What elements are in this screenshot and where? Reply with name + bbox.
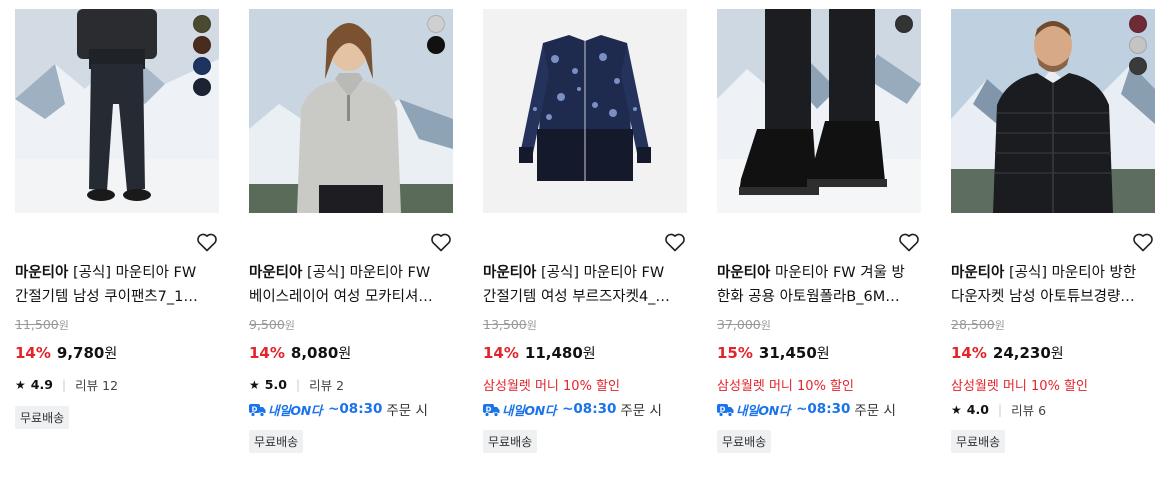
product-card[interactable]: 마운티아 마운티아 FW 겨울 방 한화 공용 아토웜폴라B_6M… 37,00…: [717, 9, 921, 453]
sale-price: 9,780: [56, 344, 105, 362]
brand-name: 마운티아: [15, 265, 69, 281]
star-icon: ★: [15, 377, 26, 392]
color-swatches: [1129, 15, 1147, 75]
review-count: 리뷰 12: [75, 378, 119, 393]
free-shipping-badge: 무료배송: [951, 430, 1006, 453]
sale-price-row: 14% 11,480원: [483, 344, 596, 362]
product-card[interactable]: 마운티아 [공식] 마운티아 FW 베이스레이어 여성 모카티셔… 9,500원…: [249, 9, 453, 453]
brand-name: 마운티아: [951, 265, 1005, 281]
discount-rate: 14%: [249, 344, 285, 362]
product-title[interactable]: 마운티아 [공식] 마운티아 FW 간절기템 남성 쿠이팬츠7_1…: [15, 261, 219, 309]
review-count: 리뷰 2: [309, 378, 345, 393]
brand-name: 마운티아: [717, 265, 771, 281]
sale-price-row: 15% 31,450원: [717, 344, 830, 362]
delivery-truck-icon: D: [249, 403, 266, 417]
color-swatches: [895, 15, 913, 33]
heart-icon[interactable]: [1131, 230, 1155, 254]
color-swatch[interactable]: [193, 36, 211, 54]
product-image[interactable]: [249, 9, 453, 213]
original-price: 28,500원: [951, 317, 1005, 332]
star-icon: ★: [249, 377, 260, 392]
sale-price-row: 14% 9,780원: [15, 344, 118, 362]
color-swatch[interactable]: [1129, 57, 1147, 75]
product-title[interactable]: 마운티아 [공식] 마운티아 FW 간절기템 여성 부르즈자켓4_…: [483, 261, 687, 309]
star-icon: ★: [951, 402, 962, 417]
rating-row: ★ 4.9 | 리뷰 12: [15, 377, 119, 393]
brand-name: 마운티아: [249, 265, 303, 281]
product-card[interactable]: 마운티아 [공식] 마운티아 FW 간절기템 여성 부르즈자켓4_… 13,50…: [483, 9, 687, 453]
sale-price: 24,230: [992, 344, 1051, 362]
discount-rate: 15%: [717, 344, 753, 362]
sale-price: 8,080: [290, 344, 339, 362]
product-title[interactable]: 마운티아 [공식] 마운티아 방한 다운자켓 남성 아토튜브경량…: [951, 261, 1155, 309]
product-image[interactable]: [717, 9, 921, 213]
product-image[interactable]: [483, 9, 687, 213]
promo-text: 삼성월렛 머니 10% 할인: [951, 379, 1088, 394]
delivery-truck-icon: D: [483, 403, 500, 417]
svg-text:D: D: [486, 405, 492, 413]
product-title[interactable]: 마운티아 [공식] 마운티아 FW 베이스레이어 여성 모카티셔…: [249, 261, 453, 309]
rating-row: ★ 4.0 | 리뷰 6: [951, 402, 1047, 418]
brand-name: 마운티아: [483, 265, 537, 281]
product-card[interactable]: 마운티아 [공식] 마운티아 방한 다운자켓 남성 아토튜브경량… 28,500…: [951, 9, 1155, 453]
sale-price-row: 14% 8,080원: [249, 344, 352, 362]
original-price: 11,500원: [15, 317, 69, 332]
heart-icon[interactable]: [429, 230, 453, 254]
color-swatch[interactable]: [1129, 15, 1147, 33]
color-swatches: [193, 15, 211, 96]
color-swatches: [427, 15, 445, 54]
free-shipping-badge: 무료배송: [483, 430, 538, 453]
promo-text: 삼성월렛 머니 10% 할인: [483, 379, 620, 394]
free-shipping-badge: 무료배송: [249, 430, 304, 453]
original-price: 13,500원: [483, 317, 537, 332]
discount-rate: 14%: [951, 344, 987, 362]
discount-rate: 14%: [483, 344, 519, 362]
rating-row: ★ 5.0 | 리뷰 2: [249, 377, 345, 393]
sale-price: 31,450: [758, 344, 817, 362]
product-image[interactable]: [951, 9, 1155, 213]
product-card[interactable]: 마운티아 [공식] 마운티아 FW 간절기템 남성 쿠이팬츠7_1… 11,50…: [15, 9, 219, 429]
original-price: 37,000원: [717, 317, 771, 332]
heart-icon[interactable]: [195, 230, 219, 254]
discount-rate: 14%: [15, 344, 51, 362]
color-swatch[interactable]: [193, 15, 211, 33]
original-price: 9,500원: [249, 317, 295, 332]
sale-price-row: 14% 24,230원: [951, 344, 1064, 362]
color-swatch[interactable]: [427, 36, 445, 54]
product-image[interactable]: [15, 9, 219, 213]
color-swatch[interactable]: [895, 15, 913, 33]
review-count: 리뷰 6: [1011, 403, 1047, 418]
color-swatch[interactable]: [193, 78, 211, 96]
svg-text:D: D: [252, 405, 258, 413]
free-shipping-badge: 무료배송: [15, 406, 70, 429]
delivery-truck-icon: D: [717, 403, 734, 417]
product-title[interactable]: 마운티아 마운티아 FW 겨울 방 한화 공용 아토웜폴라B_6M…: [717, 261, 921, 309]
promo-text: 삼성월렛 머니 10% 할인: [717, 379, 854, 394]
heart-icon[interactable]: [663, 230, 687, 254]
color-swatch[interactable]: [193, 57, 211, 75]
free-shipping-badge: 무료배송: [717, 430, 772, 453]
color-swatch[interactable]: [427, 15, 445, 33]
sale-price: 11,480: [524, 344, 583, 362]
delivery-info: D 내일ON다 ~08:30 주문 시: [717, 399, 896, 419]
svg-text:D: D: [720, 405, 726, 413]
delivery-info: D 내일ON다 ~08:30 주문 시: [249, 399, 428, 419]
delivery-info: D 내일ON다 ~08:30 주문 시: [483, 399, 662, 419]
heart-icon[interactable]: [897, 230, 921, 254]
color-swatch[interactable]: [1129, 36, 1147, 54]
